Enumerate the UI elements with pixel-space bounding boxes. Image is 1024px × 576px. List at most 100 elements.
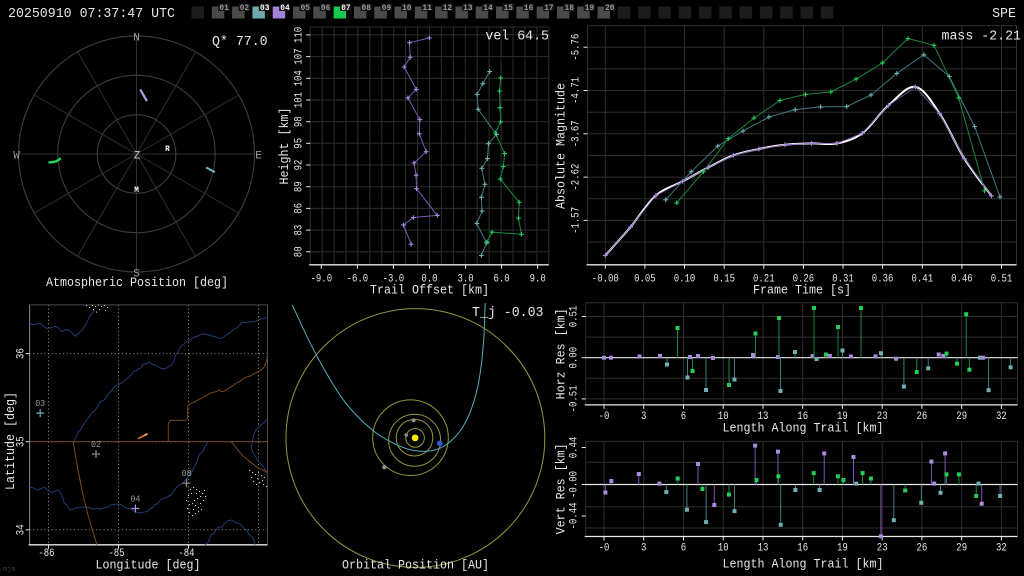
svg-text:3: 3 <box>641 411 646 423</box>
svg-text:vel 64.5: vel 64.5 <box>485 30 549 45</box>
svg-text:0.46: 0.46 <box>951 274 973 286</box>
svg-text:20250910 07:37:47 UTC: 20250910 07:37:47 UTC <box>8 7 175 22</box>
svg-text:06: 06 <box>321 4 331 13</box>
svg-text:10: 10 <box>402 4 412 13</box>
svg-text:98: 98 <box>294 116 306 127</box>
svg-text:83: 83 <box>294 225 306 236</box>
svg-text:04: 04 <box>130 495 140 505</box>
svg-text:14: 14 <box>483 4 493 13</box>
svg-text:110: 110 <box>294 27 306 43</box>
svg-text:16: 16 <box>797 543 808 555</box>
svg-text:10: 10 <box>718 543 729 555</box>
svg-text:Atmospheric Position [deg]: Atmospheric Position [deg] <box>46 276 228 290</box>
svg-text:23: 23 <box>877 543 888 555</box>
svg-text:04: 04 <box>280 4 290 13</box>
svg-text:-3.67: -3.67 <box>571 120 583 147</box>
svg-text:-2.62: -2.62 <box>571 164 583 191</box>
svg-text:-0.44: -0.44 <box>569 502 581 529</box>
svg-text:0.44: 0.44 <box>569 436 581 458</box>
svg-text:32: 32 <box>996 411 1007 423</box>
svg-text:W: W <box>13 151 20 163</box>
svg-text:-9.0: -9.0 <box>311 274 333 286</box>
svg-text:Trail Offset [km]: Trail Offset [km] <box>370 284 489 298</box>
svg-text:0.41: 0.41 <box>912 274 934 286</box>
svg-text:-1.57: -1.57 <box>571 207 583 234</box>
svg-text:Latitude [deg]: Latitude [deg] <box>4 392 18 490</box>
svg-text:29: 29 <box>956 411 967 423</box>
svg-text:Horz Res [km]: Horz Res [km] <box>555 308 569 399</box>
svg-text:-86: -86 <box>38 548 54 560</box>
svg-text:6.0: 6.0 <box>494 274 510 286</box>
svg-text:-0.00: -0.00 <box>569 471 581 498</box>
svg-text:26: 26 <box>917 411 928 423</box>
svg-text:6: 6 <box>681 543 686 555</box>
svg-text:104: 104 <box>294 70 306 87</box>
svg-text:0.15: 0.15 <box>713 274 735 286</box>
svg-text:36: 36 <box>16 348 28 359</box>
svg-text:M: M <box>134 186 139 195</box>
svg-text:Absolute Magnitude: Absolute Magnitude <box>555 83 569 209</box>
svg-text:18: 18 <box>565 4 575 13</box>
svg-text:R: R <box>165 145 170 154</box>
svg-text:101: 101 <box>294 92 306 109</box>
svg-text:E: E <box>255 151 262 163</box>
svg-text:92: 92 <box>294 160 306 171</box>
svg-text:26: 26 <box>917 543 928 555</box>
svg-text:-0: -0 <box>599 411 610 423</box>
svg-text:-0.51: -0.51 <box>569 385 581 412</box>
svg-text:0.00: 0.00 <box>569 347 581 369</box>
svg-text:19: 19 <box>837 543 848 555</box>
svg-text:01: 01 <box>219 4 229 13</box>
svg-text:20: 20 <box>605 4 615 13</box>
svg-text:T_j -0.03: T_j -0.03 <box>472 306 544 321</box>
svg-text:15: 15 <box>504 4 514 13</box>
svg-text:08: 08 <box>362 4 372 13</box>
svg-text:86: 86 <box>294 203 306 214</box>
svg-text:16: 16 <box>524 4 534 13</box>
svg-text:mjm: mjm <box>3 566 16 574</box>
svg-text:29: 29 <box>956 543 967 555</box>
svg-text:03: 03 <box>35 399 45 409</box>
svg-text:05: 05 <box>301 4 311 13</box>
svg-text:07: 07 <box>341 4 351 13</box>
svg-text:Vert Res [km]: Vert Res [km] <box>555 443 569 534</box>
svg-text:0.10: 0.10 <box>674 274 696 286</box>
svg-text:12: 12 <box>443 4 453 13</box>
svg-text:17: 17 <box>544 4 554 13</box>
svg-text:03: 03 <box>260 4 270 13</box>
svg-text:19: 19 <box>585 4 595 13</box>
svg-text:02: 02 <box>240 4 250 13</box>
svg-text:11: 11 <box>422 4 432 13</box>
svg-text:Length Along Trail [km]: Length Along Trail [km] <box>723 558 884 572</box>
svg-text:3: 3 <box>641 543 646 555</box>
svg-text:95: 95 <box>294 138 306 149</box>
svg-text:02: 02 <box>91 440 101 450</box>
svg-text:Height [km]: Height [km] <box>278 108 292 185</box>
svg-text:6: 6 <box>681 411 686 423</box>
svg-text:0.51: 0.51 <box>569 305 581 327</box>
svg-text:SPE: SPE <box>992 7 1016 22</box>
svg-text:Orbital Position [AU]: Orbital Position [AU] <box>342 559 489 573</box>
svg-text:0.05: 0.05 <box>634 274 656 286</box>
svg-text:-4.71: -4.71 <box>571 77 583 104</box>
svg-text:09: 09 <box>382 4 392 13</box>
svg-text:08: 08 <box>182 469 192 479</box>
svg-text:Q* 77.0: Q* 77.0 <box>212 35 268 50</box>
svg-text:0.36: 0.36 <box>872 274 894 286</box>
svg-text:107: 107 <box>294 48 306 64</box>
svg-text:0.51: 0.51 <box>991 274 1013 286</box>
svg-text:Longitude [deg]: Longitude [deg] <box>96 559 201 573</box>
svg-text:mass -2.21: mass -2.21 <box>942 30 1022 45</box>
svg-text:Z: Z <box>134 151 141 163</box>
svg-text:-0: -0 <box>599 543 610 555</box>
svg-text:Length Along Trail [km]: Length Along Trail [km] <box>723 422 884 436</box>
svg-text:N: N <box>133 33 140 45</box>
svg-text:9.0: 9.0 <box>530 274 546 286</box>
svg-text:13: 13 <box>463 4 473 13</box>
svg-text:34: 34 <box>16 524 28 535</box>
svg-text:32: 32 <box>996 543 1007 555</box>
svg-text:-5.76: -5.76 <box>571 34 583 61</box>
svg-text:80: 80 <box>294 246 306 257</box>
svg-text:89: 89 <box>294 181 306 192</box>
svg-text:-0.00: -0.00 <box>592 274 619 286</box>
